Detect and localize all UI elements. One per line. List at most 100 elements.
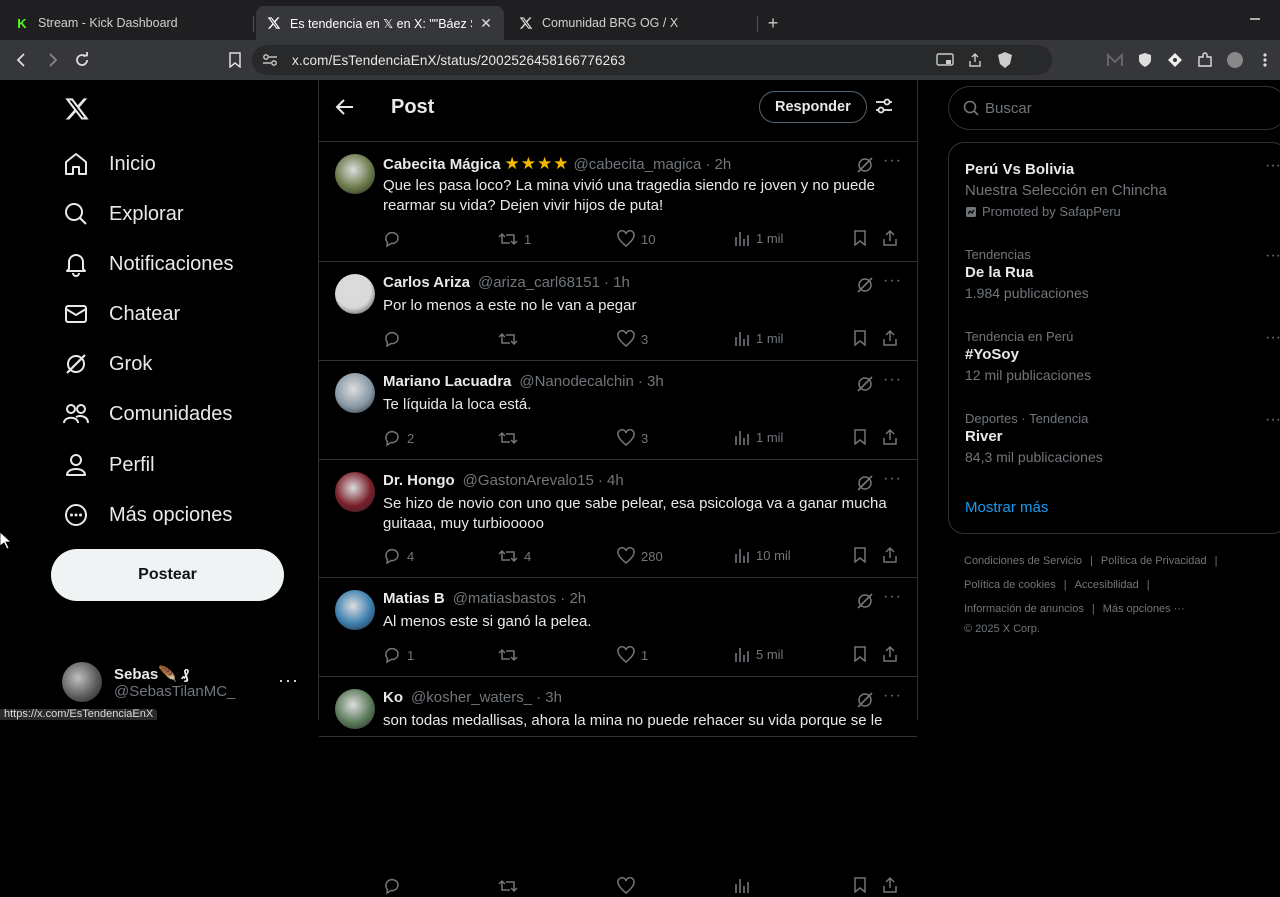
search-input[interactable]: Buscar <box>948 86 1280 130</box>
trend-item[interactable]: Tendencia en Perú #YoSoy 12 mil publicac… <box>965 329 1091 383</box>
grok-icon[interactable] <box>856 375 874 393</box>
post-author-name[interactable]: Cabecita Mágica <box>383 156 501 173</box>
avatar[interactable] <box>335 274 375 314</box>
views-action[interactable]: 1 mil <box>734 330 783 346</box>
trend-item[interactable]: Tendencias De la Rua 1.984 publicaciones <box>965 247 1089 301</box>
footer-link[interactable]: Condiciones de Servicio <box>964 555 1082 567</box>
share-action[interactable] <box>882 330 904 346</box>
bookmark-action[interactable] <box>853 330 873 346</box>
footer-link[interactable]: Política de Privacidad <box>1101 555 1207 567</box>
post-more-icon[interactable]: ··· <box>883 152 902 170</box>
reply-action[interactable]: 4 <box>383 547 414 565</box>
share-action[interactable] <box>882 877 904 893</box>
back-arrow-icon[interactable] <box>335 97 355 117</box>
post-time[interactable]: · 3h <box>536 689 562 706</box>
reply-action[interactable] <box>383 230 407 248</box>
brave-shield-icon[interactable] <box>990 45 1020 75</box>
post-time[interactable]: · 3h <box>638 373 664 390</box>
post-more-icon[interactable]: ··· <box>883 588 902 606</box>
avatar[interactable] <box>335 590 375 630</box>
post-button[interactable]: Postear <box>51 549 284 601</box>
shield-extension-icon[interactable] <box>1130 45 1160 75</box>
tab-comunidad-brg[interactable]: Comunidad BRG OG / X <box>508 6 758 40</box>
post-author-handle[interactable]: @cabecita_magica <box>574 156 702 173</box>
post-author-handle[interactable]: @Nanodecalchin <box>519 373 633 390</box>
back-nav-icon[interactable] <box>7 45 37 75</box>
browser-menu-icon[interactable] <box>1250 45 1280 75</box>
nav-item-inicio[interactable]: Inicio <box>62 142 156 186</box>
account-more-icon[interactable]: ··· <box>278 670 299 691</box>
grok-icon[interactable] <box>856 691 874 709</box>
post-time[interactable]: · 2h <box>560 590 586 607</box>
repost-action[interactable]: 1 <box>498 230 531 248</box>
avatar[interactable] <box>335 373 375 413</box>
repost-action[interactable] <box>498 429 524 447</box>
reply-button[interactable]: Responder <box>759 91 867 123</box>
trend-item[interactable]: Deportes · Tendencia River 84,3 mil publ… <box>965 411 1103 465</box>
post-row[interactable]: Ko @kosher_waters_ · 3h ··· son todas medall… <box>319 677 917 895</box>
tab-trending-post[interactable]: Es tendencia en 𝕏 en X: ""Báez Sosa ✕ <box>256 6 504 40</box>
cast-icon[interactable] <box>930 45 960 75</box>
post-author-name[interactable]: Ko <box>383 689 403 706</box>
post-author-handle[interactable]: @matiasbastos <box>453 590 557 607</box>
trend-item[interactable]: Perú Vs Bolivia Nuestra Selección en Chi… <box>965 159 1167 219</box>
post-more-icon[interactable]: ··· <box>883 470 902 488</box>
post-time[interactable]: · 1h <box>604 274 630 291</box>
post-row[interactable]: Dr. Hongo @GastonArevalo15 · 4h ··· Se hizo … <box>319 460 917 578</box>
diamond-extension-icon[interactable] <box>1160 45 1190 75</box>
forward-nav-icon[interactable] <box>37 45 67 75</box>
bookmark-action[interactable] <box>853 429 873 445</box>
share-action[interactable] <box>882 429 904 445</box>
grok-icon[interactable] <box>856 156 874 174</box>
repost-action[interactable] <box>498 877 524 895</box>
footer-link[interactable]: Política de cookies <box>964 579 1056 591</box>
nav-item-grok[interactable]: Grok <box>62 342 152 386</box>
post-row[interactable]: Mariano Lacuadra @Nanodecalchin · 3h ··· Te … <box>319 361 917 460</box>
extension-m-icon[interactable] <box>1100 45 1130 75</box>
repost-action[interactable] <box>498 646 524 664</box>
share-action[interactable] <box>882 230 904 246</box>
post-time[interactable]: · 2h <box>705 156 731 173</box>
reply-action[interactable] <box>383 330 407 348</box>
post-author-name[interactable]: Carlos Ariza <box>383 274 470 291</box>
grok-icon[interactable] <box>856 276 874 294</box>
avatar[interactable] <box>335 689 375 729</box>
repost-action[interactable] <box>498 330 524 348</box>
like-action[interactable]: 10 <box>617 230 655 248</box>
like-action[interactable]: 3 <box>617 429 648 447</box>
share-action[interactable] <box>882 646 904 662</box>
post-author-handle[interactable]: @kosher_waters_ <box>411 689 532 706</box>
nav-item-perfil[interactable]: Perfil <box>62 443 155 487</box>
close-tab-icon[interactable]: ✕ <box>478 15 494 31</box>
extensions-puzzle-icon[interactable] <box>1190 45 1220 75</box>
nav-item-comunidades[interactable]: Comunidades <box>62 392 232 436</box>
share-action[interactable] <box>882 547 904 563</box>
bookmark-action[interactable] <box>853 230 873 246</box>
post-author-handle[interactable]: @GastonArevalo15 <box>463 472 594 489</box>
grok-icon[interactable] <box>856 592 874 610</box>
bookmark-page-icon[interactable] <box>220 45 250 75</box>
views-action[interactable]: 5 mil <box>734 646 783 662</box>
share-icon[interactable] <box>960 45 990 75</box>
like-action[interactable]: 280 <box>617 547 663 565</box>
post-more-icon[interactable]: ··· <box>883 687 902 705</box>
repost-action[interactable]: 4 <box>498 547 531 565</box>
post-author-name[interactable]: Matias B <box>383 590 445 607</box>
like-action[interactable] <box>617 877 641 895</box>
like-action[interactable]: 1 <box>617 646 648 664</box>
bookmark-action[interactable] <box>853 547 873 563</box>
bookmark-action[interactable] <box>853 646 873 662</box>
profile-avatar-icon[interactable] <box>1220 45 1250 75</box>
reply-action[interactable]: 1 <box>383 646 414 664</box>
post-row[interactable]: Cabecita Mágica ★★★★ @cabecita_magica · 2h ·… <box>319 142 917 262</box>
like-action[interactable]: 3 <box>617 330 648 348</box>
footer-link[interactable]: Más opciones ··· <box>1103 603 1185 615</box>
post-author-name[interactable]: Dr. Hongo <box>383 472 455 489</box>
post-author-name[interactable]: Mariano Lacuadra <box>383 373 511 390</box>
views-action[interactable]: 1 mil <box>734 429 783 445</box>
post-author-handle[interactable]: @ariza_carl68151 <box>478 274 600 291</box>
reply-action[interactable] <box>383 877 407 895</box>
trend-more-icon[interactable]: ··· <box>1265 247 1280 265</box>
avatar[interactable] <box>335 472 375 512</box>
views-action[interactable] <box>734 877 756 893</box>
